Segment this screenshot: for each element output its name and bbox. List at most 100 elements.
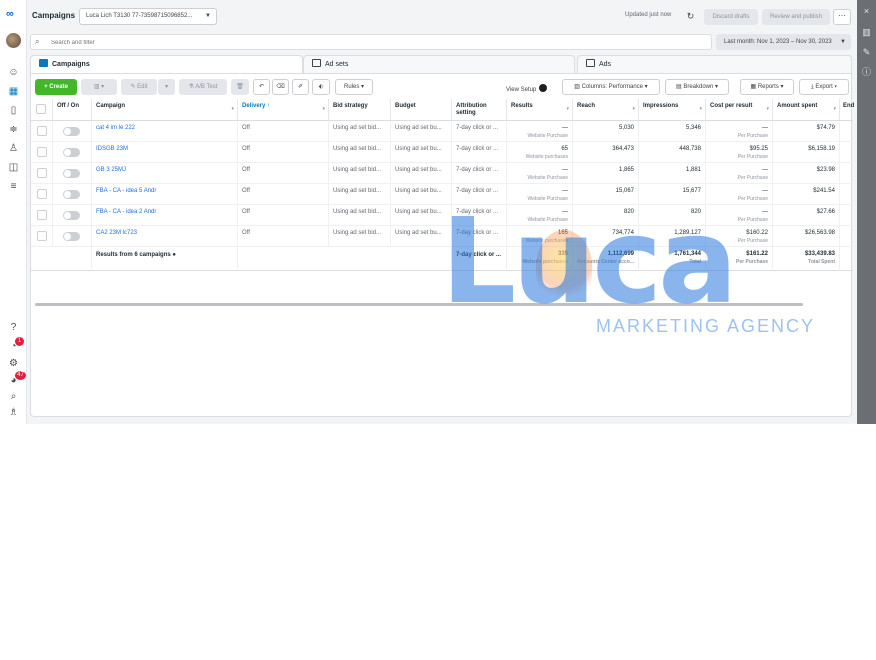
bug-icon[interactable]: ♗ (7, 406, 20, 419)
attribution-cell-value: 7-day click or ... (456, 146, 499, 152)
account-selector[interactable]: Luca Lich T3130 77-73598715096852... ▼ (79, 8, 217, 25)
table-row[interactable]: FBA - CA - idea 5 Andr Off Using ad set bi… (31, 184, 853, 205)
export-dropdown[interactable]: ⤓ Export ▾ (799, 79, 849, 95)
tab-ad-sets[interactable]: Ad sets (303, 55, 575, 74)
create-button[interactable]: + Create (35, 79, 77, 95)
grid-icon (312, 59, 321, 67)
more-options-button[interactable]: ··· (833, 9, 851, 25)
reach-cell: 1,865 (573, 163, 639, 184)
row-checkbox[interactable] (37, 168, 47, 178)
budget-cell: Using ad set bu... (391, 142, 452, 163)
pencil-icon[interactable]: ✎ (861, 47, 872, 58)
horizontal-scrollbar[interactable] (35, 303, 803, 306)
row-checkbox[interactable] (37, 231, 47, 241)
sliders-icon[interactable]: ≑ (7, 123, 20, 136)
chart-icon[interactable]: ▥ (861, 27, 872, 38)
campaign-name-link[interactable]: FBA - CA - idea 2 Andr (92, 205, 238, 226)
reach-cell: 15,067 (573, 184, 639, 205)
col-header-attribution[interactable]: Attribution setting (452, 99, 507, 121)
catalog-icon[interactable]: ◫ (7, 161, 20, 174)
discard-drafts-button[interactable]: Discard drafts (704, 9, 758, 25)
col-header-bid-strategy[interactable]: Bid strategy (329, 99, 391, 121)
campaign-name-link[interactable]: CA2 23M lc723 (92, 226, 238, 247)
campaign-on-off-toggle[interactable] (63, 190, 80, 199)
campaign-on-off-toggle[interactable] (63, 169, 80, 178)
attribution-cell-value: 7-day click or ... (456, 125, 499, 131)
table-row[interactable]: CA2 23M lc723 Off Using ad set bid... Using… (31, 226, 853, 247)
col-header-impressions[interactable]: Impressions ▾ (639, 99, 706, 121)
campaign-name-link[interactable]: IDSGB 23M (92, 142, 238, 163)
export-label: Export (815, 84, 833, 90)
cost-per-result-cell-value: — (762, 125, 768, 131)
smiley-icon[interactable]: ☺ (7, 66, 20, 79)
info-icon[interactable]: ● (172, 252, 176, 258)
avatar[interactable] (6, 33, 21, 48)
menu-icon[interactable]: ≡ (7, 180, 20, 193)
search-filter-bar[interactable]: ⌕ (30, 34, 712, 50)
col-header-ends[interactable]: End (840, 99, 854, 121)
col-header-campaign[interactable]: Campaign ▾ (92, 99, 238, 121)
discard-icon[interactable]: ⌫ (272, 79, 289, 95)
col-header-amount-spent[interactable]: Amount spent ▾ (773, 99, 840, 121)
help-icon[interactable]: ? (7, 321, 20, 334)
campaign-on-off-toggle[interactable] (63, 148, 80, 157)
settings-icon[interactable]: ⚙ (7, 357, 20, 370)
edit-button[interactable]: ✎ Edit (121, 79, 157, 95)
tab-ads[interactable]: Ads (577, 55, 852, 74)
bid-strategy-cell: Using ad set bid... (329, 205, 391, 226)
grid-icon[interactable]: ▦ (7, 85, 20, 98)
col-header-reach[interactable]: Reach ▾ (573, 99, 639, 121)
audience-icon[interactable]: ♙ (7, 142, 20, 155)
reach-cell-value: 364,473 (612, 146, 634, 152)
col-header-delivery[interactable]: Delivery ↑ ▾ (238, 99, 329, 121)
col-header-budget[interactable]: Budget (391, 99, 452, 121)
columns-dropdown[interactable]: ▥ Columns: Performance ▾ (562, 79, 660, 95)
totals-impressions-sub: Total (689, 259, 701, 265)
row-checkbox[interactable] (37, 126, 47, 136)
row-checkbox[interactable] (37, 147, 47, 157)
campaign-name-link[interactable]: GB 3 25MJ (92, 163, 238, 184)
cost-per-result-cell: — Per Purchase (706, 163, 773, 184)
table-row[interactable]: IDSGB 23M Off Using ad set bid... Using ad … (31, 142, 853, 163)
tab-campaigns[interactable]: Campaigns (30, 55, 303, 74)
info-icon[interactable]: ⓘ (861, 67, 872, 78)
amount-spent-cell-value: $27.66 (816, 209, 835, 215)
meta-logo-icon[interactable]: ∞ (6, 8, 14, 20)
ab-test-button[interactable]: ⚗ A/B Test (179, 79, 227, 95)
row-toggle-cell (53, 121, 92, 142)
tag-icon[interactable]: ⬖ (312, 79, 330, 95)
search-icon[interactable]: ⌕ (7, 390, 20, 403)
results-cell-value: — (562, 188, 568, 194)
campaign-name-link[interactable]: cat 4 im le 222 (92, 121, 238, 142)
amount-spent-cell: $6,158.19 (773, 142, 840, 163)
campaign-name-link[interactable]: FBA - CA - idea 5 Andr (92, 184, 238, 205)
undo-icon[interactable]: ↶ (253, 79, 270, 95)
date-range-picker[interactable]: Last month: Nov 1, 2023 – Nov 30, 2023 ▼ (716, 34, 851, 50)
row-checkbox[interactable] (37, 210, 47, 220)
row-checkbox[interactable] (37, 189, 47, 199)
reports-dropdown[interactable]: ▦ Reports ▾ (740, 79, 794, 95)
campaign-on-off-toggle[interactable] (63, 232, 80, 241)
col-header-results[interactable]: Results ▾ (507, 99, 573, 121)
table-row[interactable]: FBA - CA - idea 2 Andr Off Using ad set bi… (31, 205, 853, 226)
table-row[interactable]: GB 3 25MJ Off Using ad set bid... Using ad … (31, 163, 853, 184)
search-input[interactable] (51, 37, 351, 48)
breakdown-dropdown[interactable]: ▤ Breakdown ▾ (665, 79, 729, 95)
pages-icon[interactable]: ▯ (7, 104, 20, 117)
rules-button[interactable]: Rules ▾ (335, 79, 373, 95)
delete-icon[interactable]: 🗑 (231, 79, 249, 95)
campaign-on-off-toggle[interactable] (63, 211, 80, 220)
table-row[interactable]: cat 4 im le 222 Off Using ad set bid... Usi… (31, 121, 853, 142)
edit-dropdown[interactable]: ▾ (158, 79, 175, 95)
col-header-cost-per-result[interactable]: Cost per result ▾ (706, 99, 773, 121)
select-all-checkbox[interactable] (36, 104, 46, 114)
col-header-label: Cost per result (710, 103, 753, 109)
review-publish-button[interactable]: Review and publish (762, 9, 830, 25)
results-cell-value: — (562, 125, 568, 131)
campaign-on-off-toggle[interactable] (63, 127, 80, 136)
highlight-icon[interactable]: ✐ (292, 79, 309, 95)
refresh-icon[interactable]: ↻ (684, 10, 697, 23)
view-setup-toggle[interactable]: View Setup (506, 84, 548, 93)
duplicate-button[interactable]: ▥ ▾ (81, 79, 117, 95)
close-icon[interactable]: × (861, 6, 872, 17)
